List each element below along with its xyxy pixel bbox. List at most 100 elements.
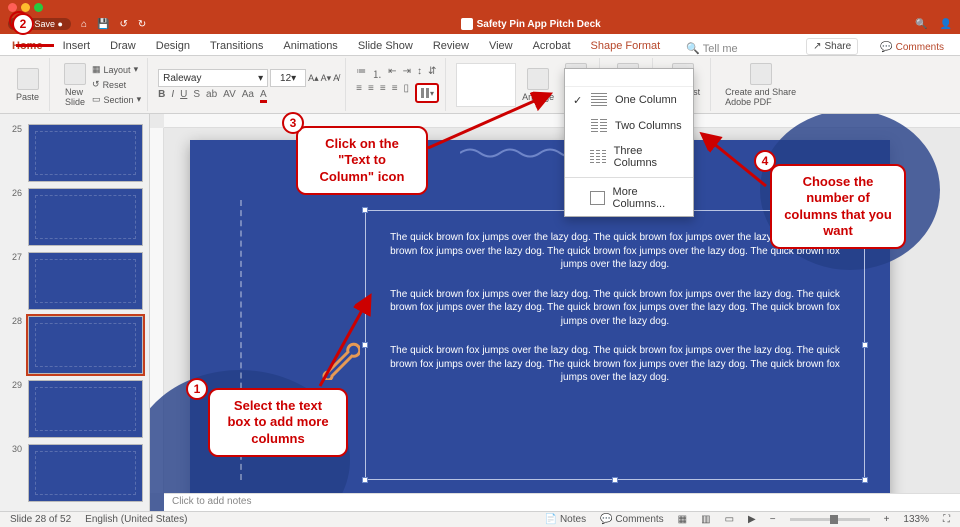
search-icon[interactable]: 🔍: [915, 19, 927, 30]
save-icon[interactable]: 💾: [97, 19, 109, 30]
view-reading-button[interactable]: ▭: [725, 514, 734, 525]
slide-thumbnails-panel[interactable]: 25 26 27 28 29 30: [0, 114, 150, 511]
font-color-button[interactable]: A: [260, 89, 267, 100]
strike-button[interactable]: S: [193, 89, 200, 100]
tell-me-label: Tell me: [703, 43, 738, 55]
annotation-callout-1: Select the text box to add more columns: [208, 388, 348, 457]
justify-button[interactable]: ≡: [392, 83, 398, 103]
view-slideshow-button[interactable]: ▶: [748, 514, 756, 525]
language-status[interactable]: English (United States): [85, 514, 187, 525]
comments-toggle[interactable]: 💬 Comments: [600, 514, 664, 525]
align-vertical-button[interactable]: ▯: [404, 83, 410, 103]
notes-pane[interactable]: Click to add notes: [164, 493, 960, 511]
comments-button[interactable]: 💬 Comments: [874, 40, 950, 55]
tab-slideshow[interactable]: Slide Show: [356, 37, 415, 55]
ribbon-tabs: Home Insert Draw Design Transitions Anim…: [0, 34, 960, 56]
underline-button[interactable]: U: [180, 89, 187, 100]
bold-button[interactable]: B: [158, 89, 165, 100]
highlight-button[interactable]: Aa: [242, 89, 254, 100]
annotation-badge-2: 2: [12, 13, 34, 35]
layout-button[interactable]: ▦ Layout ▾: [92, 64, 141, 75]
columns-option-one[interactable]: ✓ One Column: [565, 87, 693, 113]
columns-option-more[interactable]: More Columns...: [565, 180, 693, 216]
maximize-window-dot[interactable]: [34, 3, 43, 12]
font-size-select[interactable]: 12 ▾: [270, 69, 306, 87]
thumbnail-slide[interactable]: 30: [6, 444, 143, 502]
share-label: Share: [825, 41, 852, 52]
tab-design[interactable]: Design: [154, 37, 192, 55]
bullets-button[interactable]: ≔: [356, 66, 366, 81]
thumbnail-slide[interactable]: 26: [6, 188, 143, 246]
view-sorter-button[interactable]: ▥: [701, 514, 710, 525]
paragraph-3: The quick brown fox jumps over the lazy …: [388, 344, 842, 385]
minimize-window-dot[interactable]: [21, 3, 30, 12]
columns-option-two[interactable]: Two Columns: [565, 113, 693, 139]
tab-animations[interactable]: Animations: [281, 37, 339, 55]
resize-handle[interactable]: [862, 342, 868, 348]
tab-acrobat[interactable]: Acrobat: [531, 37, 573, 55]
resize-handle[interactable]: [362, 207, 368, 213]
tab-shape-format[interactable]: Shape Format: [589, 37, 663, 55]
close-window-dot[interactable]: [8, 3, 17, 12]
reset-label: Reset: [103, 80, 127, 90]
tab-view[interactable]: View: [487, 37, 515, 55]
thumbnail-slide[interactable]: 29: [6, 380, 143, 438]
zoom-in-button[interactable]: +: [884, 514, 890, 525]
new-slide-button[interactable]: New Slide: [60, 61, 90, 109]
tab-insert[interactable]: Insert: [61, 37, 93, 55]
redo-icon[interactable]: ↻: [138, 19, 146, 30]
selected-textbox[interactable]: The quick brown fox jumps over the lazy …: [365, 210, 865, 480]
clear-format-button[interactable]: A̸: [333, 73, 339, 83]
resize-handle[interactable]: [862, 477, 868, 483]
columns-option-one-label: One Column: [615, 94, 677, 106]
align-left-button[interactable]: ≡: [356, 83, 362, 103]
zoom-slider[interactable]: [790, 518, 870, 521]
font-size-value: 12: [280, 73, 291, 84]
check-icon: ✓: [573, 94, 583, 107]
font-name-select[interactable]: Raleway▾: [158, 69, 268, 87]
indent-inc-button[interactable]: ⇥: [403, 66, 411, 81]
reset-button[interactable]: ↺ Reset: [92, 79, 141, 90]
notes-placeholder: Click to add notes: [172, 496, 252, 507]
line-spacing-button[interactable]: ↕: [417, 66, 422, 81]
align-center-button[interactable]: ≡: [368, 83, 374, 103]
zoom-out-button[interactable]: −: [770, 514, 776, 525]
shrink-font-button[interactable]: A▾: [321, 73, 332, 84]
share-button[interactable]: ↗ Share: [806, 38, 858, 55]
undo-icon[interactable]: ↺: [119, 19, 127, 30]
thumbnail-preview: [28, 124, 143, 182]
tab-draw[interactable]: Draw: [108, 37, 138, 55]
adobe-pdf-button[interactable]: Create and Share Adobe PDF: [721, 61, 800, 109]
section-button[interactable]: ▭ Section ▾: [92, 94, 141, 105]
paste-button[interactable]: Paste: [12, 66, 43, 104]
resize-handle[interactable]: [612, 477, 618, 483]
view-normal-button[interactable]: ▦: [678, 514, 687, 525]
font-name-value: Raleway: [163, 73, 201, 84]
indent-dec-button[interactable]: ⇤: [388, 66, 396, 81]
user-badge-icon[interactable]: 👤: [940, 19, 952, 30]
thumbnail-number: 30: [6, 444, 22, 502]
numbering-button[interactable]: ⒈: [372, 66, 382, 81]
align-right-button[interactable]: ≡: [380, 83, 386, 103]
notes-toggle[interactable]: 📄 Notes: [545, 514, 586, 525]
thumbnail-slide[interactable]: 28: [6, 316, 143, 374]
ppt-file-icon: [461, 18, 473, 30]
resize-handle[interactable]: [362, 477, 368, 483]
tell-me-search[interactable]: 🔍 Tell me: [686, 42, 737, 55]
columns-option-three[interactable]: Three Columns: [565, 139, 693, 175]
spacing-button[interactable]: AV: [223, 89, 236, 100]
grow-font-button[interactable]: A▴: [308, 73, 319, 84]
thumbnail-preview: [28, 380, 143, 438]
shadow-button[interactable]: ab: [206, 89, 217, 100]
home-icon[interactable]: ⌂: [81, 19, 87, 30]
tab-review[interactable]: Review: [431, 37, 471, 55]
thumbnail-preview: [28, 252, 143, 310]
thumbnail-slide[interactable]: 25: [6, 124, 143, 182]
zoom-level[interactable]: 133%: [903, 514, 929, 525]
italic-button[interactable]: I: [171, 89, 174, 100]
fit-to-window-button[interactable]: ⛶: [943, 514, 950, 525]
tab-transitions[interactable]: Transitions: [208, 37, 265, 55]
thumbnail-preview: [28, 316, 143, 374]
thumbnail-slide[interactable]: 27: [6, 252, 143, 310]
text-direction-button[interactable]: ⇵: [428, 66, 436, 81]
